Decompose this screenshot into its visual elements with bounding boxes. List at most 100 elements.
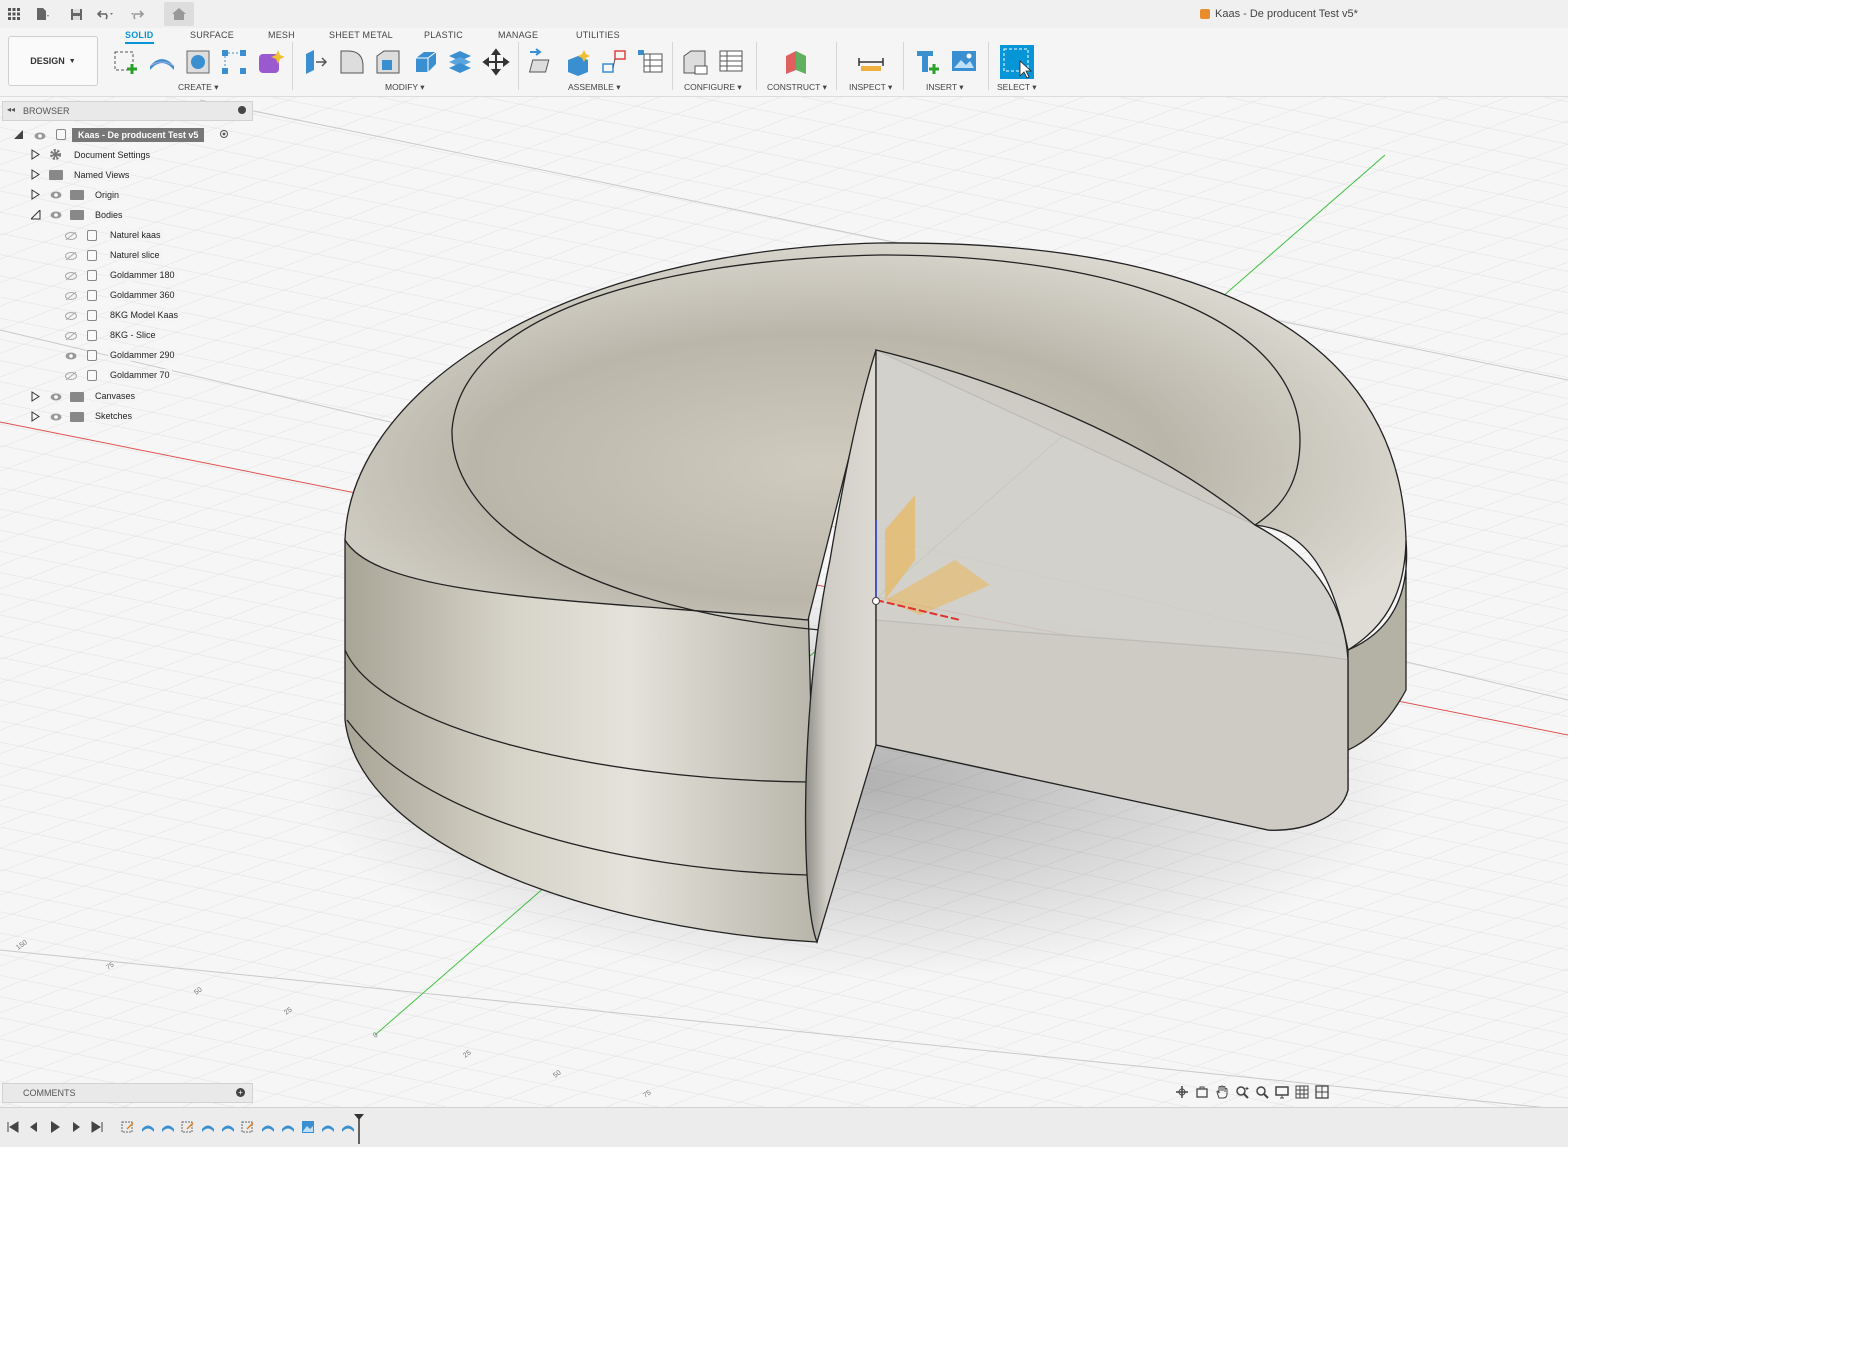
- offset-plane-icon[interactable]: [782, 48, 810, 76]
- body-item[interactable]: Goldammer 70: [108, 369, 172, 381]
- viewports-icon[interactable]: [1315, 1085, 1329, 1099]
- timeline-extrude-icon[interactable]: [281, 1120, 295, 1134]
- shell-icon[interactable]: [410, 48, 438, 76]
- configure-icon[interactable]: [681, 48, 709, 76]
- insert-canvas-icon[interactable]: [950, 48, 978, 76]
- file-menu-icon[interactable]: [32, 4, 52, 24]
- expand-toggle-icon[interactable]: [31, 169, 40, 180]
- bom-icon[interactable]: [636, 48, 664, 76]
- revolve-icon[interactable]: [184, 48, 212, 76]
- fit-zoom-icon[interactable]: [1255, 1085, 1269, 1099]
- group-modify[interactable]: MODIFY ▾: [385, 82, 425, 93]
- redo-icon[interactable]: [128, 4, 148, 24]
- hidden-eye-icon[interactable]: [65, 372, 77, 380]
- browser-minimize-icon[interactable]: [238, 106, 246, 114]
- workspace-switcher[interactable]: DESIGN ▼: [8, 36, 98, 86]
- visibility-eye-icon[interactable]: [34, 132, 46, 140]
- step-back-icon[interactable]: [27, 1120, 41, 1134]
- rigid-group-icon[interactable]: [600, 48, 628, 76]
- body-item[interactable]: 8KG Model Kaas: [108, 309, 181, 321]
- tab-surface[interactable]: SURFACE: [190, 30, 234, 40]
- group-inspect[interactable]: INSPECT ▾: [849, 82, 892, 93]
- grid-settings-icon[interactable]: [1295, 1085, 1309, 1099]
- group-select[interactable]: SELECT ▾: [997, 82, 1037, 93]
- origin-point[interactable]: [872, 597, 880, 605]
- move-icon[interactable]: [482, 48, 510, 76]
- insert-derive-icon[interactable]: [914, 48, 942, 76]
- visibility-eye-icon[interactable]: [50, 211, 62, 219]
- home-icon[interactable]: [164, 2, 194, 26]
- timeline-extrude-icon[interactable]: [161, 1120, 175, 1134]
- measure-icon[interactable]: [857, 48, 885, 76]
- group-assemble[interactable]: ASSEMBLE ▾: [568, 82, 620, 93]
- go-to-end-icon[interactable]: [90, 1120, 104, 1134]
- group-construct[interactable]: CONSTRUCT ▾: [767, 82, 827, 93]
- extrude-icon[interactable]: [148, 48, 176, 76]
- browser-item-origin[interactable]: Origin: [93, 189, 122, 201]
- tab-plastic[interactable]: PLASTIC: [424, 30, 463, 40]
- hidden-eye-icon[interactable]: [65, 312, 77, 320]
- body-item[interactable]: Naturel kaas: [108, 229, 163, 241]
- create-sketch-icon[interactable]: [112, 48, 140, 76]
- browser-root-label[interactable]: Kaas - De producent Test v5: [72, 128, 205, 142]
- expand-toggle-icon[interactable]: [31, 391, 40, 402]
- step-forward-icon[interactable]: [69, 1120, 83, 1134]
- timeline-sketch-icon[interactable]: [121, 1120, 135, 1134]
- timeline-extrude-icon[interactable]: [341, 1120, 355, 1134]
- hidden-eye-icon[interactable]: [65, 272, 77, 280]
- timeline-extrude-icon[interactable]: [261, 1120, 275, 1134]
- group-configure[interactable]: CONFIGURE ▾: [684, 82, 742, 93]
- group-insert[interactable]: INSERT ▾: [926, 82, 964, 93]
- body-item[interactable]: Goldammer 290: [108, 349, 177, 361]
- timeline-marker-handle[interactable]: [354, 1114, 364, 1144]
- timeline-extrude-icon[interactable]: [221, 1120, 235, 1134]
- collapse-browser-icon[interactable]: ◂◂: [7, 105, 15, 114]
- browser-item-named-views[interactable]: Named Views: [72, 169, 132, 181]
- visibility-eye-icon[interactable]: [50, 393, 62, 401]
- canvas-viewport[interactable]: 150 75 50 25 0 25 50 75: [0, 0, 1568, 1147]
- tab-utilities[interactable]: UTILITIES: [576, 30, 620, 40]
- add-comment-icon[interactable]: +: [236, 1088, 245, 1097]
- hidden-eye-icon[interactable]: [65, 252, 77, 260]
- zoom-icon[interactable]: [1235, 1085, 1249, 1099]
- hidden-eye-icon[interactable]: [65, 332, 77, 340]
- activate-target-icon[interactable]: [220, 130, 228, 138]
- browser-item-sketches[interactable]: Sketches: [93, 410, 135, 422]
- body-item[interactable]: Goldammer 360: [108, 289, 177, 301]
- body-item[interactable]: 8KG - Slice: [108, 329, 158, 341]
- timeline-canvas-icon[interactable]: [301, 1120, 315, 1134]
- expand-toggle-icon[interactable]: [31, 411, 40, 422]
- comments-panel[interactable]: COMMENTS +: [2, 1083, 253, 1103]
- undo-icon[interactable]: [95, 4, 115, 24]
- expand-toggle-icon[interactable]: [31, 149, 40, 160]
- body-item[interactable]: Goldammer 180: [108, 269, 177, 281]
- look-at-icon[interactable]: [1195, 1085, 1209, 1099]
- tab-sheet-metal[interactable]: SHEET METAL: [329, 30, 393, 40]
- display-settings-icon[interactable]: [1275, 1085, 1289, 1099]
- play-icon[interactable]: [48, 1120, 62, 1134]
- pan-hand-icon[interactable]: [1215, 1085, 1229, 1099]
- tab-solid[interactable]: SOLID: [125, 30, 154, 44]
- orbit-icon[interactable]: [1175, 1085, 1189, 1099]
- expand-toggle-icon[interactable]: [14, 130, 24, 140]
- joint-icon[interactable]: [528, 48, 556, 76]
- body-item[interactable]: Naturel slice: [108, 249, 162, 261]
- go-to-start-icon[interactable]: [6, 1120, 20, 1134]
- split-body-icon[interactable]: [446, 48, 474, 76]
- sweep-icon[interactable]: [220, 48, 248, 76]
- timeline-extrude-icon[interactable]: [321, 1120, 335, 1134]
- configuration-table-icon[interactable]: [717, 48, 745, 76]
- chamfer-icon[interactable]: [374, 48, 402, 76]
- tab-manage[interactable]: MANAGE: [498, 30, 538, 40]
- visibility-eye-icon[interactable]: [50, 191, 62, 199]
- expand-toggle-icon[interactable]: [31, 189, 40, 200]
- app-grid-icon[interactable]: [4, 4, 24, 24]
- browser-item-document-settings[interactable]: Document Settings: [72, 149, 153, 161]
- expand-toggle-icon[interactable]: [31, 210, 41, 220]
- timeline-extrude-icon[interactable]: [201, 1120, 215, 1134]
- timeline-sketch-icon[interactable]: [181, 1120, 195, 1134]
- visibility-eye-icon[interactable]: [65, 352, 77, 360]
- browser-item-bodies[interactable]: Bodies: [93, 209, 125, 221]
- hidden-eye-icon[interactable]: [65, 292, 77, 300]
- select-icon[interactable]: [1000, 45, 1034, 79]
